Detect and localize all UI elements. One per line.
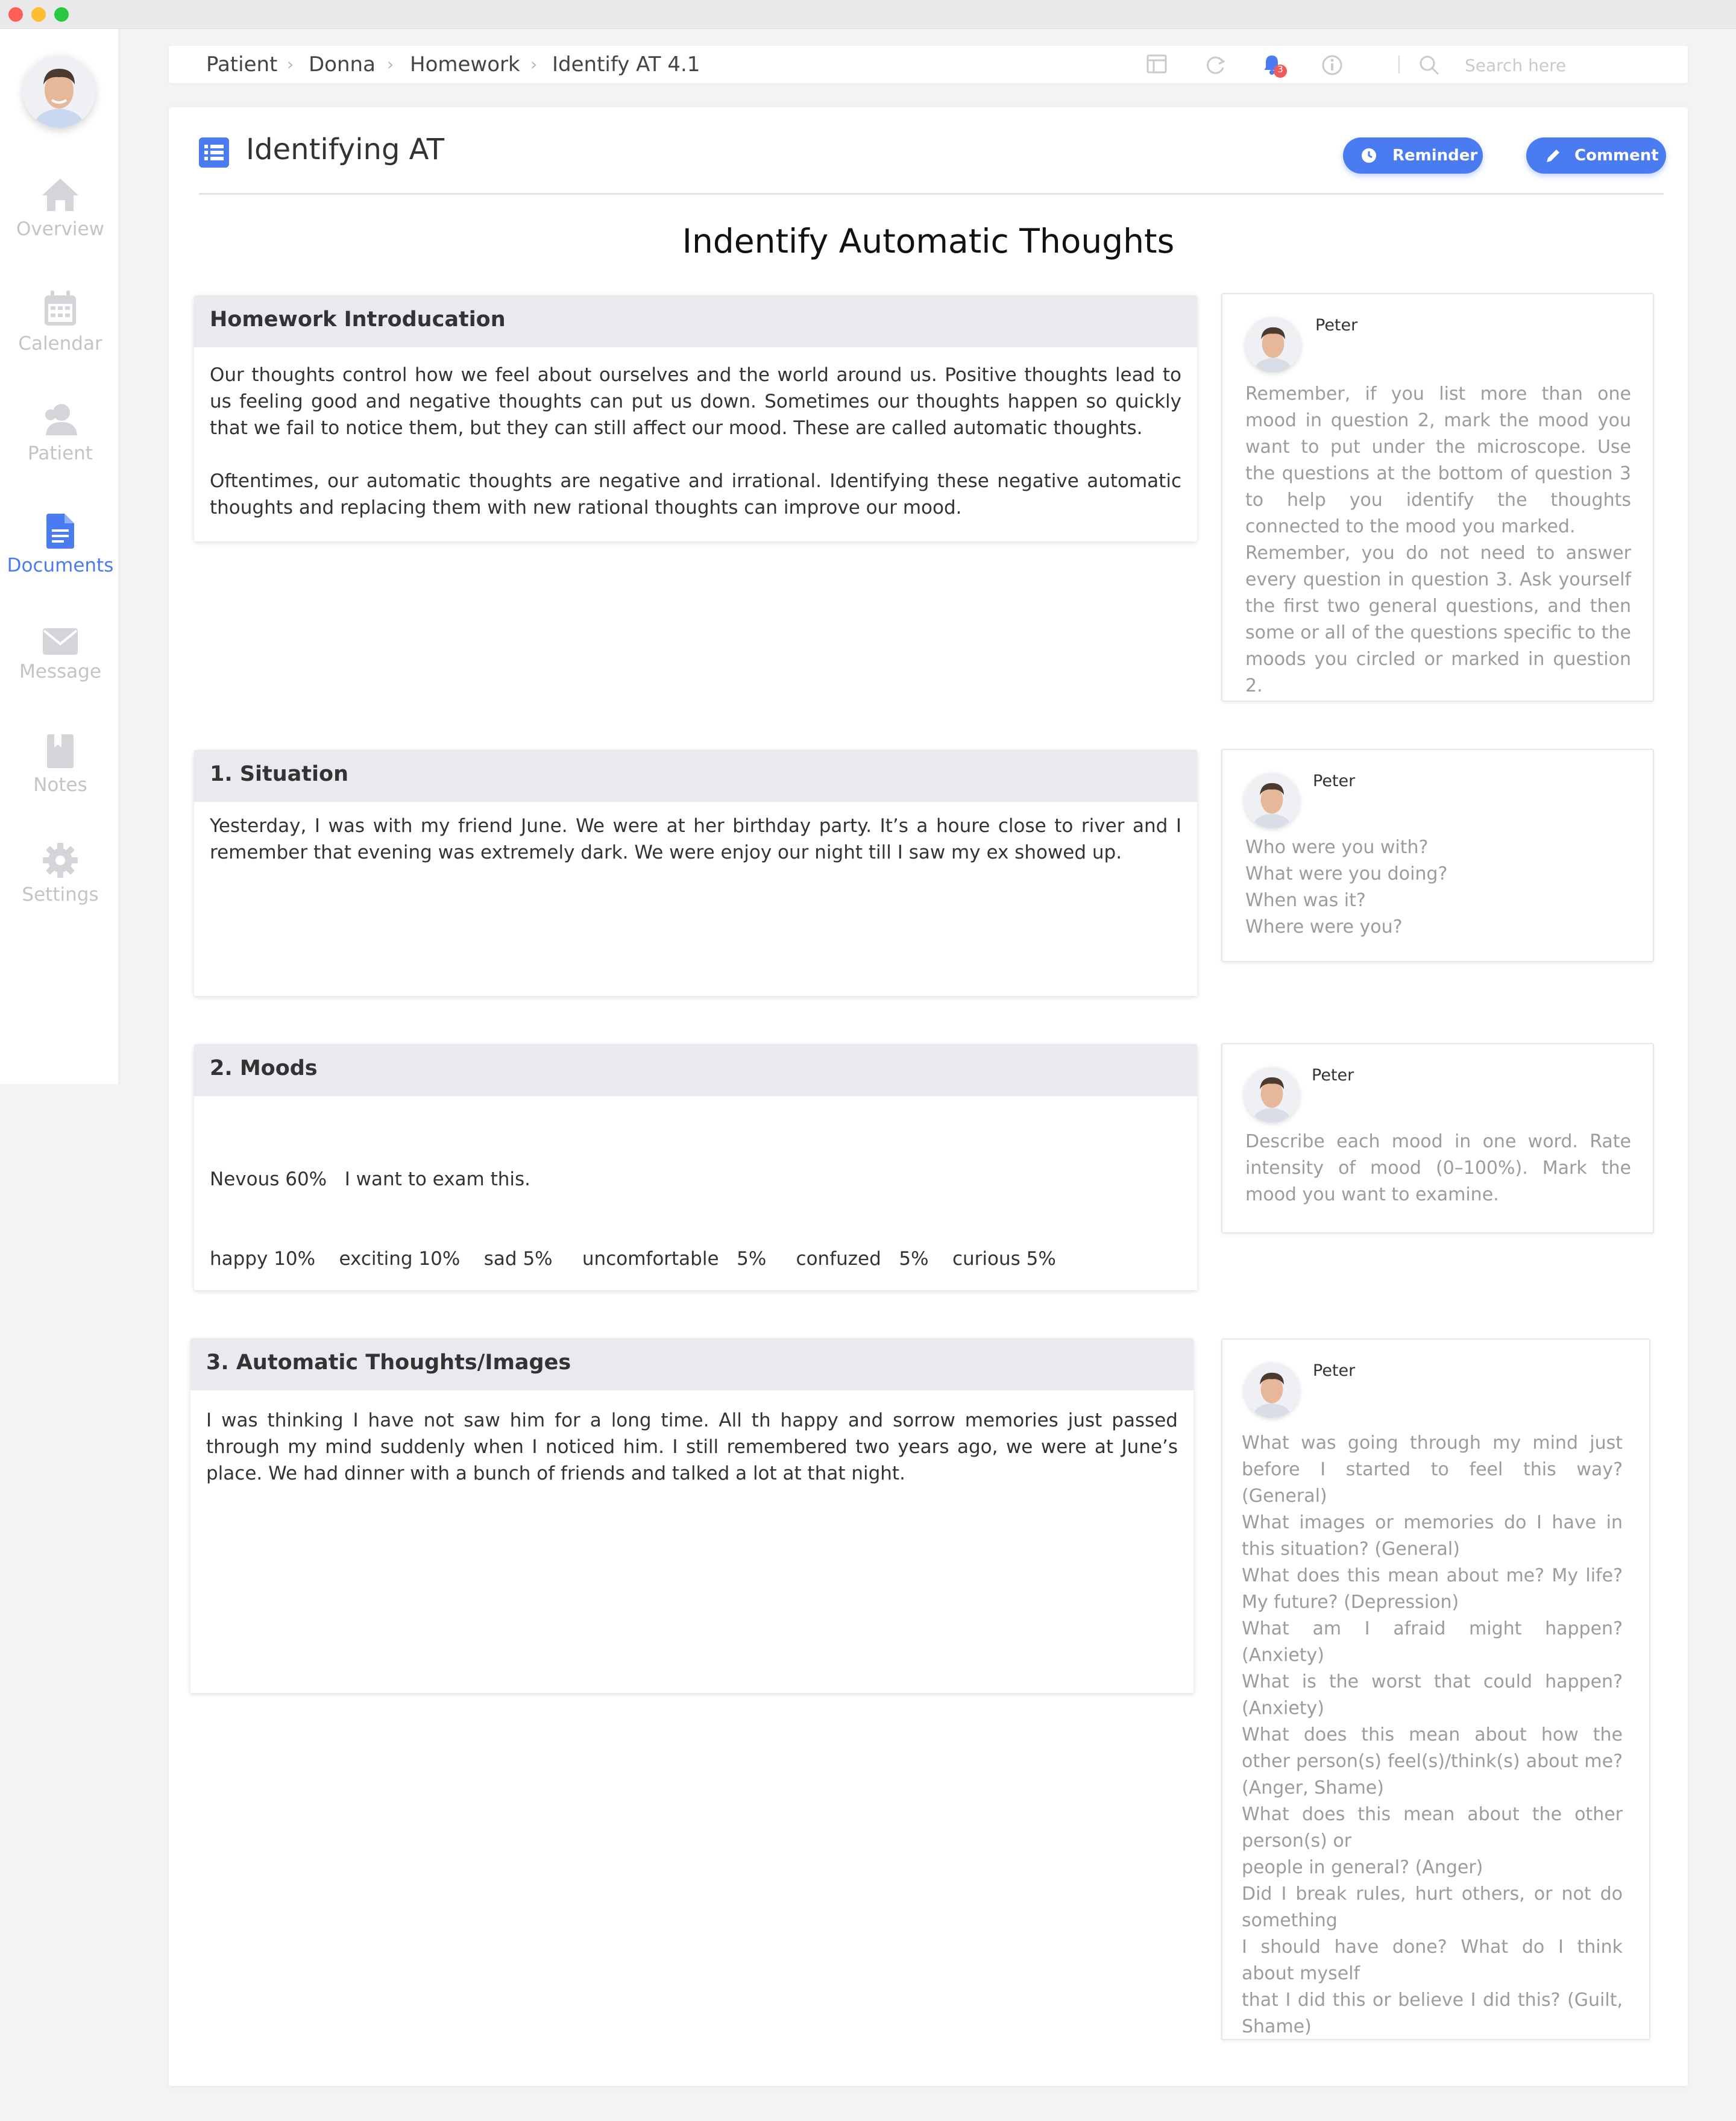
chevron-right-icon: ›: [530, 54, 538, 74]
section-card-automatic-thoughts: 3. Automatic Thoughts/Images I was think…: [190, 1338, 1194, 1693]
gear-icon: [43, 843, 78, 878]
section-header: 2. Moods: [194, 1044, 1197, 1096]
bell-icon[interactable]: [1261, 54, 1288, 78]
sidebar-item-label: Message: [19, 661, 101, 682]
section-card-situation: 1. Situation Yesterday, I was with my fr…: [194, 750, 1197, 996]
section-title: 3. Automatic Thoughts/Images: [206, 1350, 571, 1375]
avatar: [1244, 1363, 1300, 1418]
chevron-right-icon: ›: [387, 54, 394, 74]
paragraph: Yesterday, I was with my friend June. We…: [210, 815, 1181, 863]
sidebar-item-label: Patient: [28, 443, 93, 464]
window-titlebar: [0, 0, 1736, 29]
comment-card: Peter Describe each mood in one word. Ra…: [1221, 1043, 1654, 1234]
bookmark-icon: [47, 734, 74, 768]
sidebar-item-label: Notes: [33, 774, 87, 796]
home-icon: [42, 178, 78, 211]
divider: [199, 193, 1664, 195]
avatar: [1245, 317, 1301, 373]
section-card-intro: Homework Introducation Our thoughts cont…: [194, 295, 1197, 541]
user-avatar[interactable]: [23, 55, 95, 128]
document-icon: [46, 514, 74, 549]
section-title: 1. Situation: [210, 762, 348, 786]
sidebar-item-label: Settings: [22, 884, 99, 906]
document-panel: Identifying AT Reminder Comment Indentif…: [169, 107, 1688, 2086]
comment-author: Peter: [1313, 772, 1356, 790]
top-bar: Patient › Donna › Homework › Identify AT…: [169, 46, 1688, 83]
comment-text: Describe each mood in one word. Rate int…: [1245, 1131, 1631, 1205]
comment-text: Who were you with? What were you doing? …: [1245, 837, 1448, 938]
sidebar-item-calendar[interactable]: Calendar: [0, 291, 121, 355]
refresh-icon[interactable]: [1204, 54, 1226, 75]
comment-author: Peter: [1315, 316, 1358, 335]
section-body[interactable]: Yesterday, I was with my friend June. We…: [210, 813, 1181, 866]
sidebar-item-label: Calendar: [18, 333, 102, 355]
calendar-icon: [45, 291, 76, 326]
comment-text: What was going through my mind just befo…: [1242, 1432, 1623, 2037]
reminder-button[interactable]: Reminder: [1343, 137, 1483, 174]
sidebar-item-settings[interactable]: Settings: [0, 843, 121, 906]
avatar: [1244, 1067, 1300, 1123]
minimize-window-button[interactable]: [31, 7, 46, 22]
search-input[interactable]: Search here: [1465, 55, 1566, 75]
sidebar-item-label: Overview: [16, 218, 104, 240]
comment-button-label: Comment: [1574, 147, 1659, 165]
paragraph: Our thoughts control how we feel about o…: [210, 364, 1181, 439]
sidebar-item-notes[interactable]: Notes: [0, 734, 121, 796]
section-header: 1. Situation: [194, 750, 1197, 802]
section-title: 2. Moods: [210, 1056, 318, 1080]
envelope-icon: [43, 628, 78, 655]
section-header: 3. Automatic Thoughts/Images: [190, 1338, 1194, 1390]
section-body[interactable]: Nevous 60% I want to exam this. happy 10…: [210, 1113, 1181, 1325]
layout-icon[interactable]: [1146, 54, 1167, 74]
section-header: Homework Introducation: [194, 295, 1197, 347]
search-icon[interactable]: [1419, 55, 1439, 75]
reminder-button-label: Reminder: [1392, 147, 1478, 165]
divider: [1398, 55, 1400, 74]
mood-line: happy 10% exciting 10% sad 5% uncomforta…: [210, 1248, 1056, 1270]
sidebar-item-label: Documents: [7, 555, 114, 576]
breadcrumb-item-donna[interactable]: Donna: [309, 52, 376, 77]
clock-icon: [1362, 148, 1376, 163]
pencil-icon: [1547, 150, 1559, 162]
section-card-moods: 2. Moods Nevous 60% I want to exam this.…: [194, 1044, 1197, 1290]
comment-text: Remember, if you list more than one mood…: [1245, 383, 1631, 696]
sidebar-item-message[interactable]: Message: [0, 628, 121, 682]
page-title: Identifying AT: [246, 133, 445, 166]
breadcrumb-item-patient[interactable]: Patient: [206, 52, 277, 77]
list-icon: [199, 137, 229, 168]
sidebar: Overview Calendar Patient Documents Mess…: [0, 29, 121, 1084]
section-body[interactable]: I was thinking I have not saw him for a …: [206, 1407, 1178, 1487]
paragraph: I was thinking I have not saw him for a …: [206, 1410, 1178, 1484]
maximize-window-button[interactable]: [54, 7, 69, 22]
comment-author: Peter: [1313, 1361, 1356, 1380]
comment-card: Peter Who were you with? What were you d…: [1221, 749, 1654, 962]
section-body[interactable]: Our thoughts control how we feel about o…: [210, 362, 1181, 521]
mood-line: Nevous 60% I want to exam this.: [210, 1168, 531, 1190]
comment-card: Peter Remember, if you list more than on…: [1221, 293, 1654, 702]
comment-button[interactable]: Comment: [1526, 137, 1666, 174]
paragraph: Oftentimes, our automatic thoughts are n…: [210, 470, 1181, 518]
breadcrumb-item-homework[interactable]: Homework: [410, 52, 520, 77]
notification-badge: 3: [1277, 64, 1283, 75]
user-icon: [45, 404, 77, 435]
worksheet-heading: Indentify Automatic Thoughts: [682, 222, 1175, 260]
info-icon[interactable]: [1321, 54, 1343, 76]
section-title: Homework Introducation: [210, 307, 506, 332]
comment-author: Peter: [1312, 1066, 1354, 1085]
comment-card: Peter What was going through my mind jus…: [1221, 1338, 1650, 2040]
sidebar-item-overview[interactable]: Overview: [0, 177, 121, 240]
sidebar-item-patient[interactable]: Patient: [0, 403, 121, 464]
close-window-button[interactable]: [8, 7, 23, 22]
breadcrumb-item-current: Identify AT 4.1: [552, 52, 700, 77]
sidebar-item-documents[interactable]: Documents: [0, 514, 121, 576]
avatar: [1244, 773, 1300, 828]
chevron-right-icon: ›: [287, 54, 294, 74]
